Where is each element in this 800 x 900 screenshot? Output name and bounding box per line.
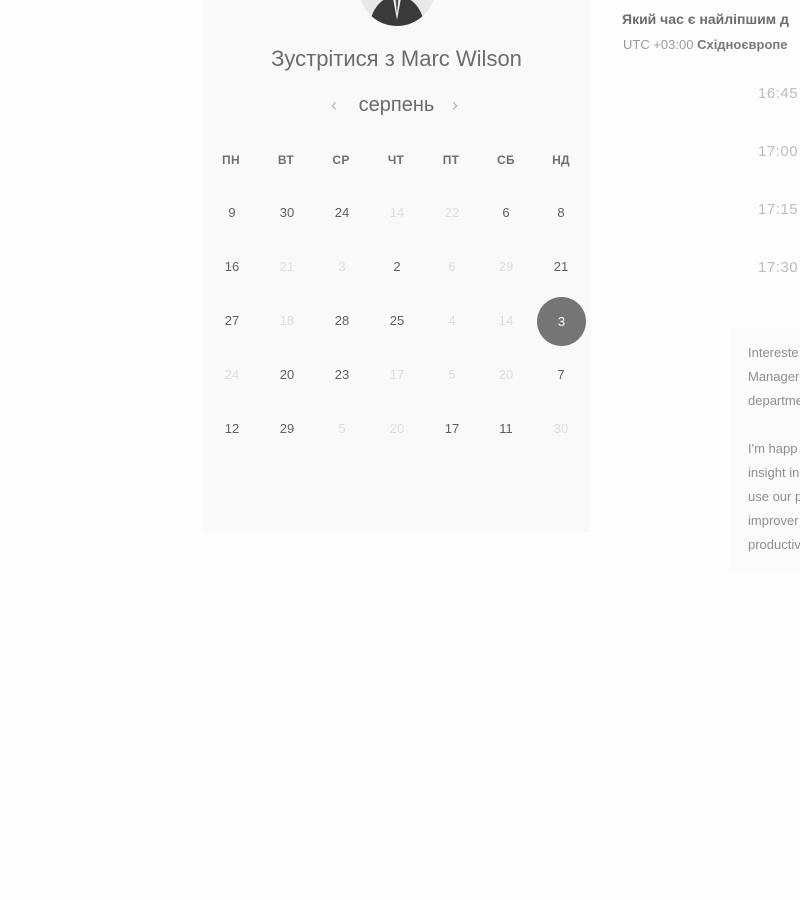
timezone-offset: UTC +03:00 xyxy=(623,37,694,52)
description-line: insight in xyxy=(748,465,800,480)
time-slot[interactable]: 17:00 xyxy=(758,143,798,160)
weekday-label: ЧТ xyxy=(387,153,405,167)
calendar-day: 5 xyxy=(448,367,456,382)
calendar-day: 22 xyxy=(444,205,460,220)
calendar-day[interactable]: 17 xyxy=(432,419,472,439)
weekday-label: СР xyxy=(332,153,350,167)
calendar-day: 5 xyxy=(338,421,346,436)
calendar-day[interactable]: 12 xyxy=(212,419,252,439)
calendar-day: 6 xyxy=(448,259,456,274)
calendar-day: 4 xyxy=(448,313,456,328)
calendar-day[interactable]: 23 xyxy=(322,365,362,385)
calendar-day: 14 xyxy=(389,205,405,220)
calendar-day: 17 xyxy=(389,367,405,382)
calendar-day: 18 xyxy=(279,313,295,328)
calendar-day: 3 xyxy=(338,259,346,274)
calendar-day[interactable]: 2 xyxy=(377,257,417,277)
weekday-label: ПН xyxy=(222,153,240,167)
calendar-day[interactable]: 11 xyxy=(486,419,526,439)
weekday-label: ПТ xyxy=(442,153,460,167)
calendar-day[interactable]: 16 xyxy=(212,257,252,277)
timezone-label: UTC +03:00 Східноєвропе xyxy=(623,37,788,52)
calendar-day[interactable]: 21 xyxy=(541,257,581,277)
calendar-day: 14 xyxy=(498,313,514,328)
calendar-day: 21 xyxy=(279,259,295,274)
weekday-label: НД xyxy=(552,153,570,167)
calendar-day: 30 xyxy=(553,421,569,436)
weekday-label: СБ xyxy=(497,153,515,167)
description-line: departme xyxy=(748,393,800,408)
description-line: use our p xyxy=(748,489,800,504)
calendar-day: 24 xyxy=(224,367,240,382)
booking-page: Зустрітися з Marc Wilson ‹ серпень › ПН … xyxy=(0,0,800,900)
calendar-day[interactable]: 25 xyxy=(377,311,417,331)
calendar-day[interactable]: 7 xyxy=(541,365,581,385)
timezone-name[interactable]: Східноєвропе xyxy=(697,37,787,52)
calendar-day[interactable]: 20 xyxy=(267,365,307,385)
calendar-day[interactable]: 9 xyxy=(212,203,252,223)
weekday-label: ВТ xyxy=(277,153,295,167)
calendar-day[interactable]: 30 xyxy=(267,203,307,223)
description-line: Manager xyxy=(748,369,800,384)
time-slot[interactable]: 17:15 xyxy=(758,201,798,218)
calendar-day[interactable]: 8 xyxy=(541,203,581,223)
calendar-day-selected[interactable]: 3 xyxy=(537,297,586,346)
calendar-day[interactable]: 29 xyxy=(267,419,307,439)
weekday-header: ПН ВТ СР ЧТ ПТ СБ НД xyxy=(0,153,800,169)
description-line: improver xyxy=(748,513,799,528)
calendar-day[interactable]: 24 xyxy=(322,203,362,223)
description-line: Intereste xyxy=(748,345,799,360)
calendar-day: 20 xyxy=(498,367,514,382)
calendar-day: 29 xyxy=(498,259,514,274)
time-question: Який час є найліпшим д xyxy=(622,11,789,27)
chevron-right-icon[interactable]: › xyxy=(452,93,458,117)
meeting-title: Зустрітися з Marc Wilson xyxy=(271,46,522,71)
time-slot[interactable]: 16:45 xyxy=(758,85,798,102)
calendar-day[interactable]: 27 xyxy=(212,311,252,331)
description-line: I'm happ xyxy=(748,441,798,456)
month-navigation: ‹ серпень › xyxy=(203,93,590,119)
chevron-left-icon[interactable]: ‹ xyxy=(331,93,337,117)
month-label: серпень xyxy=(358,94,435,116)
description-line: productiv xyxy=(748,537,800,552)
calendar-day[interactable]: 28 xyxy=(322,311,362,331)
calendar-day: 20 xyxy=(389,421,405,436)
calendar-day[interactable]: 6 xyxy=(486,203,526,223)
time-slot[interactable]: 17:30 xyxy=(758,259,798,276)
